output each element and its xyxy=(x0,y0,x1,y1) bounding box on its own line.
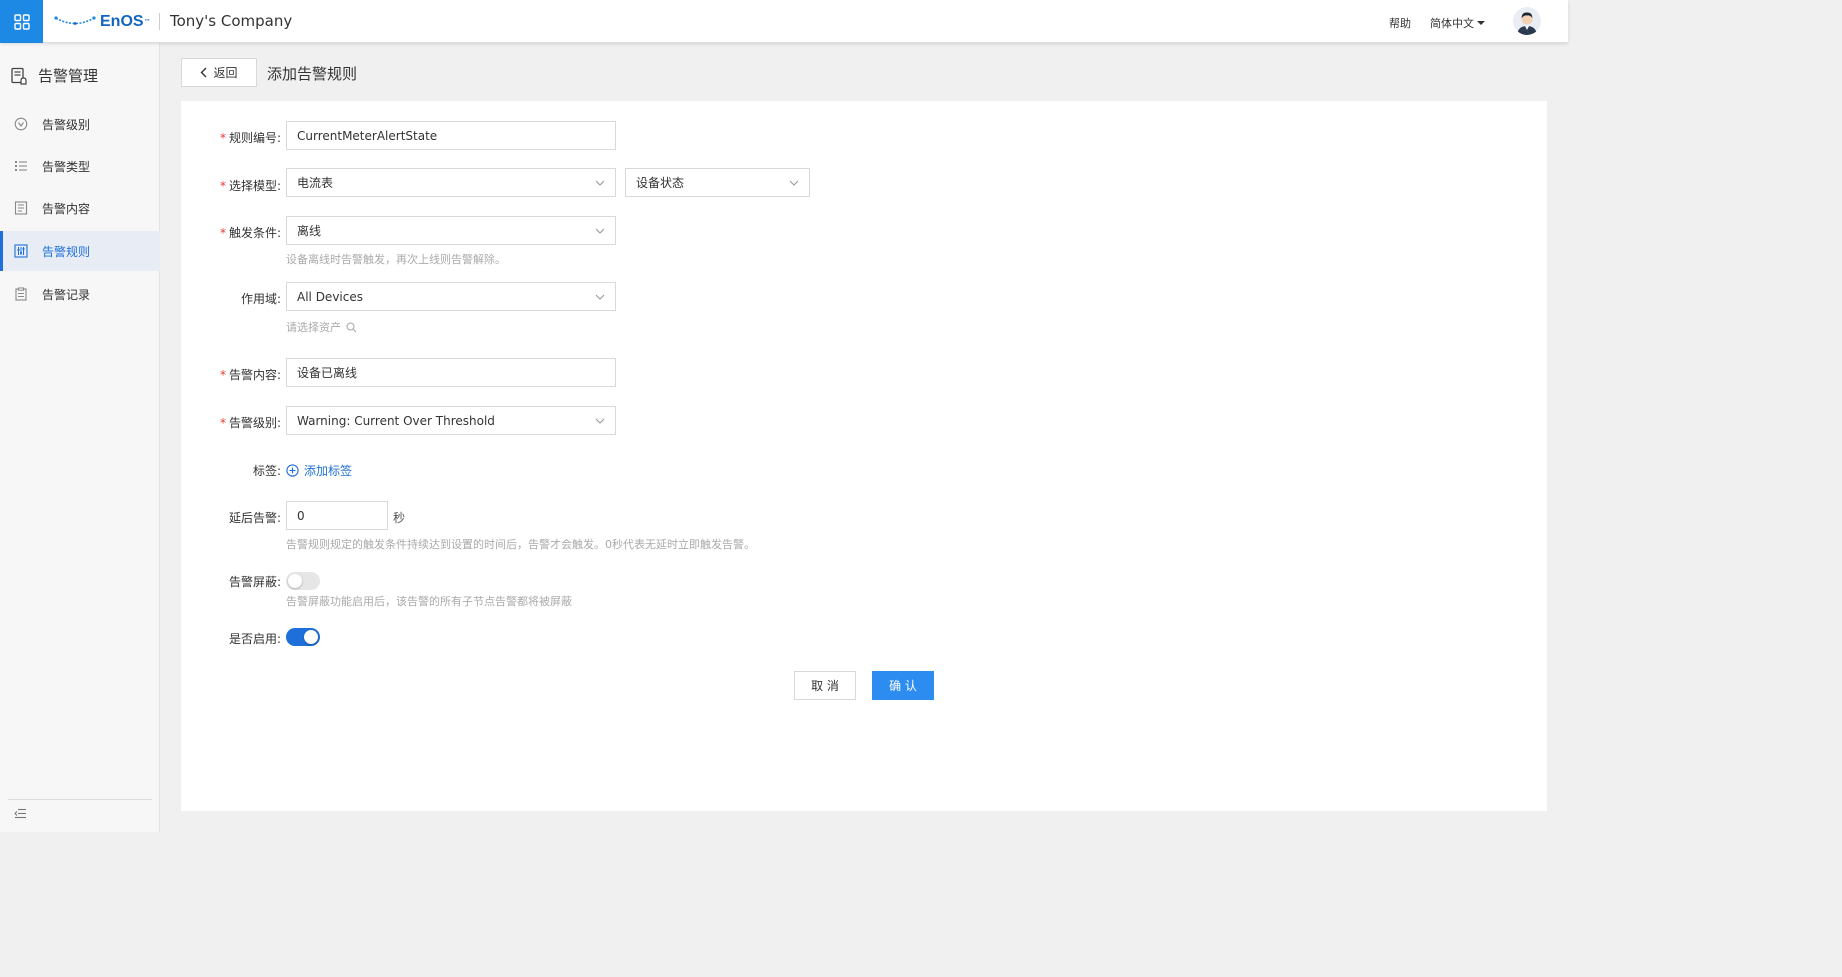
trigger-hint: 设备离线时告警触发，再次上线则告警解除。 xyxy=(286,253,506,266)
back-button[interactable]: 返回 xyxy=(181,58,257,87)
required-marker: * xyxy=(219,179,226,193)
enos-logo-mark-icon xyxy=(54,16,96,25)
sidebar-divider xyxy=(8,799,152,800)
search-icon xyxy=(346,321,357,332)
user-avatar-icon xyxy=(1513,7,1541,35)
sidebar-item-label: 告警记录 xyxy=(42,287,91,302)
content-value: 设备已离线 xyxy=(297,366,358,380)
document-icon xyxy=(14,201,28,215)
delay-hint: 告警规则规定的触发条件持续达到设置的时间后，告警才会触发。0秒代表无延时立即触发… xyxy=(286,538,755,551)
delay-value: 0 xyxy=(297,508,305,523)
sidebar-item-alert-content[interactable]: 告警内容 xyxy=(0,188,160,228)
enable-label: 是否启用: xyxy=(228,632,281,646)
required-marker: * xyxy=(219,226,226,240)
rule-id-label: * 规则编号: xyxy=(219,131,281,145)
level-select[interactable]: Warning: Current Over Threshold xyxy=(286,406,616,435)
top-bar: EnOS ™ Tony's Company 帮助 简体中文 xyxy=(0,0,1568,43)
enable-toggle[interactable] xyxy=(286,628,320,646)
sidebar-title: 告警管理 xyxy=(38,67,99,85)
header-divider xyxy=(159,13,160,30)
user-avatar[interactable] xyxy=(1513,7,1541,35)
trigger-select-value: 离线 xyxy=(297,224,322,238)
toggle-knob xyxy=(304,630,318,644)
mask-label: 告警屏蔽: xyxy=(228,575,281,589)
sidebar-item-label: 告警类型 xyxy=(42,159,91,174)
rule-sliders-icon xyxy=(14,244,28,258)
scope-label: 作用域: xyxy=(240,292,281,306)
alert-level-icon xyxy=(14,117,28,131)
level-select-value: Warning: Current Over Threshold xyxy=(297,413,495,428)
sidebar-item-alert-type[interactable]: 告警类型 xyxy=(0,146,160,186)
sidebar-item-alert-rule[interactable]: 告警规则 xyxy=(0,231,160,271)
collapse-menu-icon xyxy=(14,808,26,819)
app-grid-icon xyxy=(13,13,30,30)
page-title: 添加告警规则 xyxy=(267,65,358,83)
trigger-select[interactable]: 离线 xyxy=(286,216,616,245)
scope-select-value: All Devices xyxy=(297,289,363,304)
collapse-sidebar-button[interactable] xyxy=(14,808,27,822)
sidebar-item-alert-record[interactable]: 告警记录 xyxy=(0,274,160,314)
add-tag-label: 添加标签 xyxy=(304,464,353,478)
sidebar-item-alert-level[interactable]: 告警级别 xyxy=(0,104,160,144)
toggle-knob xyxy=(288,574,302,588)
asset-placeholder: 请选择资产 xyxy=(286,321,341,334)
brand-name: EnOS xyxy=(100,13,144,30)
sidebar: 告警管理 告警级别 告警类型 告警内容 告警规则 告警记录 xyxy=(0,43,160,832)
sidebar-header: 告警管理 xyxy=(10,65,98,86)
model-select[interactable]: 电流表 xyxy=(286,168,616,197)
chevron-down-icon xyxy=(595,228,605,234)
measure-point-select[interactable]: 设备状态 xyxy=(625,168,810,197)
app-grid-button[interactable] xyxy=(0,0,43,43)
brand-trademark: ™ xyxy=(143,18,151,26)
add-tag-button[interactable]: 添加标签 xyxy=(286,462,352,479)
record-icon xyxy=(15,287,27,301)
back-label: 返回 xyxy=(213,66,238,80)
help-link[interactable]: 帮助 xyxy=(1389,15,1411,31)
caret-down-icon xyxy=(1477,21,1485,25)
chevron-left-icon xyxy=(200,67,207,78)
chevron-down-icon xyxy=(789,180,799,186)
language-selector[interactable]: 简体中文 xyxy=(1430,15,1485,31)
content-input[interactable]: 设备已离线 xyxy=(286,358,616,387)
tags-label: 标签: xyxy=(252,464,281,478)
alert-management-icon xyxy=(11,67,27,85)
company-name: Tony's Company xyxy=(170,12,293,30)
sidebar-item-label: 告警规则 xyxy=(42,244,91,259)
chevron-down-icon xyxy=(595,180,605,186)
rule-id-value: CurrentMeterAlertState xyxy=(297,128,438,143)
enos-logo: EnOS ™ xyxy=(54,10,151,34)
rule-id-input[interactable]: CurrentMeterAlertState xyxy=(286,121,616,150)
model-select-value: 电流表 xyxy=(297,176,334,190)
delay-unit: 秒 xyxy=(393,511,406,525)
required-marker: * xyxy=(219,416,226,430)
trigger-label: * 触发条件: xyxy=(219,226,281,240)
mask-toggle[interactable] xyxy=(286,572,320,590)
list-icon xyxy=(15,161,27,171)
rule-form-panel: * 规则编号: CurrentMeterAlertState * 选择模型: 电流表… xyxy=(181,101,1547,811)
required-marker: * xyxy=(219,368,226,382)
sidebar-item-label: 告警内容 xyxy=(42,201,91,216)
asset-search-link[interactable]: 请选择资产 xyxy=(286,319,357,335)
measure-point-value: 设备状态 xyxy=(636,176,685,190)
confirm-button[interactable]: 确 认 xyxy=(872,671,934,700)
language-label: 简体中文 xyxy=(1430,17,1474,30)
content-label: * 告警内容: xyxy=(219,368,281,382)
plus-circle-icon xyxy=(286,464,299,477)
delay-input[interactable]: 0 xyxy=(286,501,388,530)
level-label: * 告警级别: xyxy=(219,416,281,430)
model-label: * 选择模型: xyxy=(219,179,281,193)
required-marker: * xyxy=(219,131,226,145)
sidebar-item-label: 告警级别 xyxy=(42,117,91,132)
chevron-down-icon xyxy=(595,294,605,300)
cancel-button[interactable]: 取 消 xyxy=(794,671,856,700)
mask-hint: 告警屏蔽功能启用后，该告警的所有子节点告警都将被屏蔽 xyxy=(286,595,572,608)
chevron-down-icon xyxy=(595,418,605,424)
delay-label: 延后告警: xyxy=(228,511,281,525)
scope-select[interactable]: All Devices xyxy=(286,282,616,311)
